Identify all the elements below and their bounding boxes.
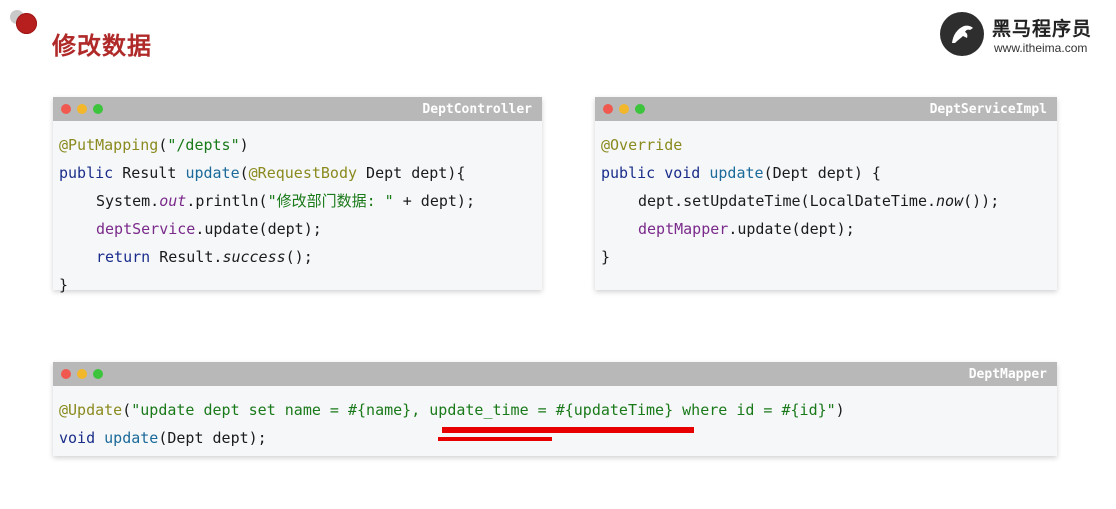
window-title: DeptServiceImpl: [929, 102, 1047, 117]
code-line: dept.setUpdateTime(LocalDateTime.now());: [638, 192, 1000, 210]
code-line: @Override: [601, 136, 683, 154]
highlight-underline-short: [438, 437, 552, 441]
close-dot-icon: [603, 104, 613, 114]
code-block: @Override public void update(Dept dept) …: [595, 121, 1057, 271]
code-line: }: [601, 248, 611, 266]
code-line: deptMapper.update(dept);: [638, 220, 855, 238]
code-line: System.out.println("修改部门数据: " + dept);: [96, 192, 475, 210]
code-window-mapper: DeptMapper @Update("update dept set name…: [53, 362, 1057, 456]
window-title: DeptController: [422, 102, 532, 117]
brand-url: www.itheima.com: [994, 41, 1088, 55]
code-block: @PutMapping("/depts") public Result upda…: [53, 121, 542, 299]
maximize-dot-icon: [635, 104, 645, 114]
page-title: 修改数据: [52, 32, 152, 60]
window-titlebar: DeptMapper: [53, 362, 1057, 386]
brand-name: 黑马程序员: [992, 18, 1093, 40]
highlight-underline: [442, 427, 694, 433]
brand-logo: 黑马程序员 www.itheima.com: [940, 10, 1110, 60]
window-title: DeptMapper: [968, 367, 1047, 382]
window-titlebar: DeptController: [53, 97, 542, 121]
code-line: public void update(Dept dept) {: [601, 164, 881, 182]
minimize-dot-icon: [619, 104, 629, 114]
code-line: }: [59, 276, 69, 294]
window-titlebar: DeptServiceImpl: [595, 97, 1057, 121]
code-line: return Result.success();: [96, 248, 313, 266]
code-line: @PutMapping("/depts"): [59, 136, 249, 154]
close-dot-icon: [61, 369, 71, 379]
highlighted-code: update_time = #{updateTime}: [429, 401, 674, 419]
code-block: @Update("update dept set name = #{name},…: [53, 386, 1057, 452]
code-window-controller: DeptController @PutMapping("/depts") pub…: [53, 97, 542, 294]
code-window-service: DeptServiceImpl @Override public void up…: [595, 97, 1057, 290]
maximize-dot-icon: [93, 104, 103, 114]
code-line: public Result update(@RequestBody Dept d…: [59, 164, 466, 182]
code-line: @Update("update dept set name = #{name},…: [59, 401, 845, 419]
horse-logo-icon: [940, 12, 984, 56]
maximize-dot-icon: [93, 369, 103, 379]
close-dot-icon: [61, 104, 71, 114]
minimize-dot-icon: [77, 104, 87, 114]
decor-dot-red: [16, 13, 37, 34]
minimize-dot-icon: [77, 369, 87, 379]
code-line: deptService.update(dept);: [96, 220, 322, 238]
